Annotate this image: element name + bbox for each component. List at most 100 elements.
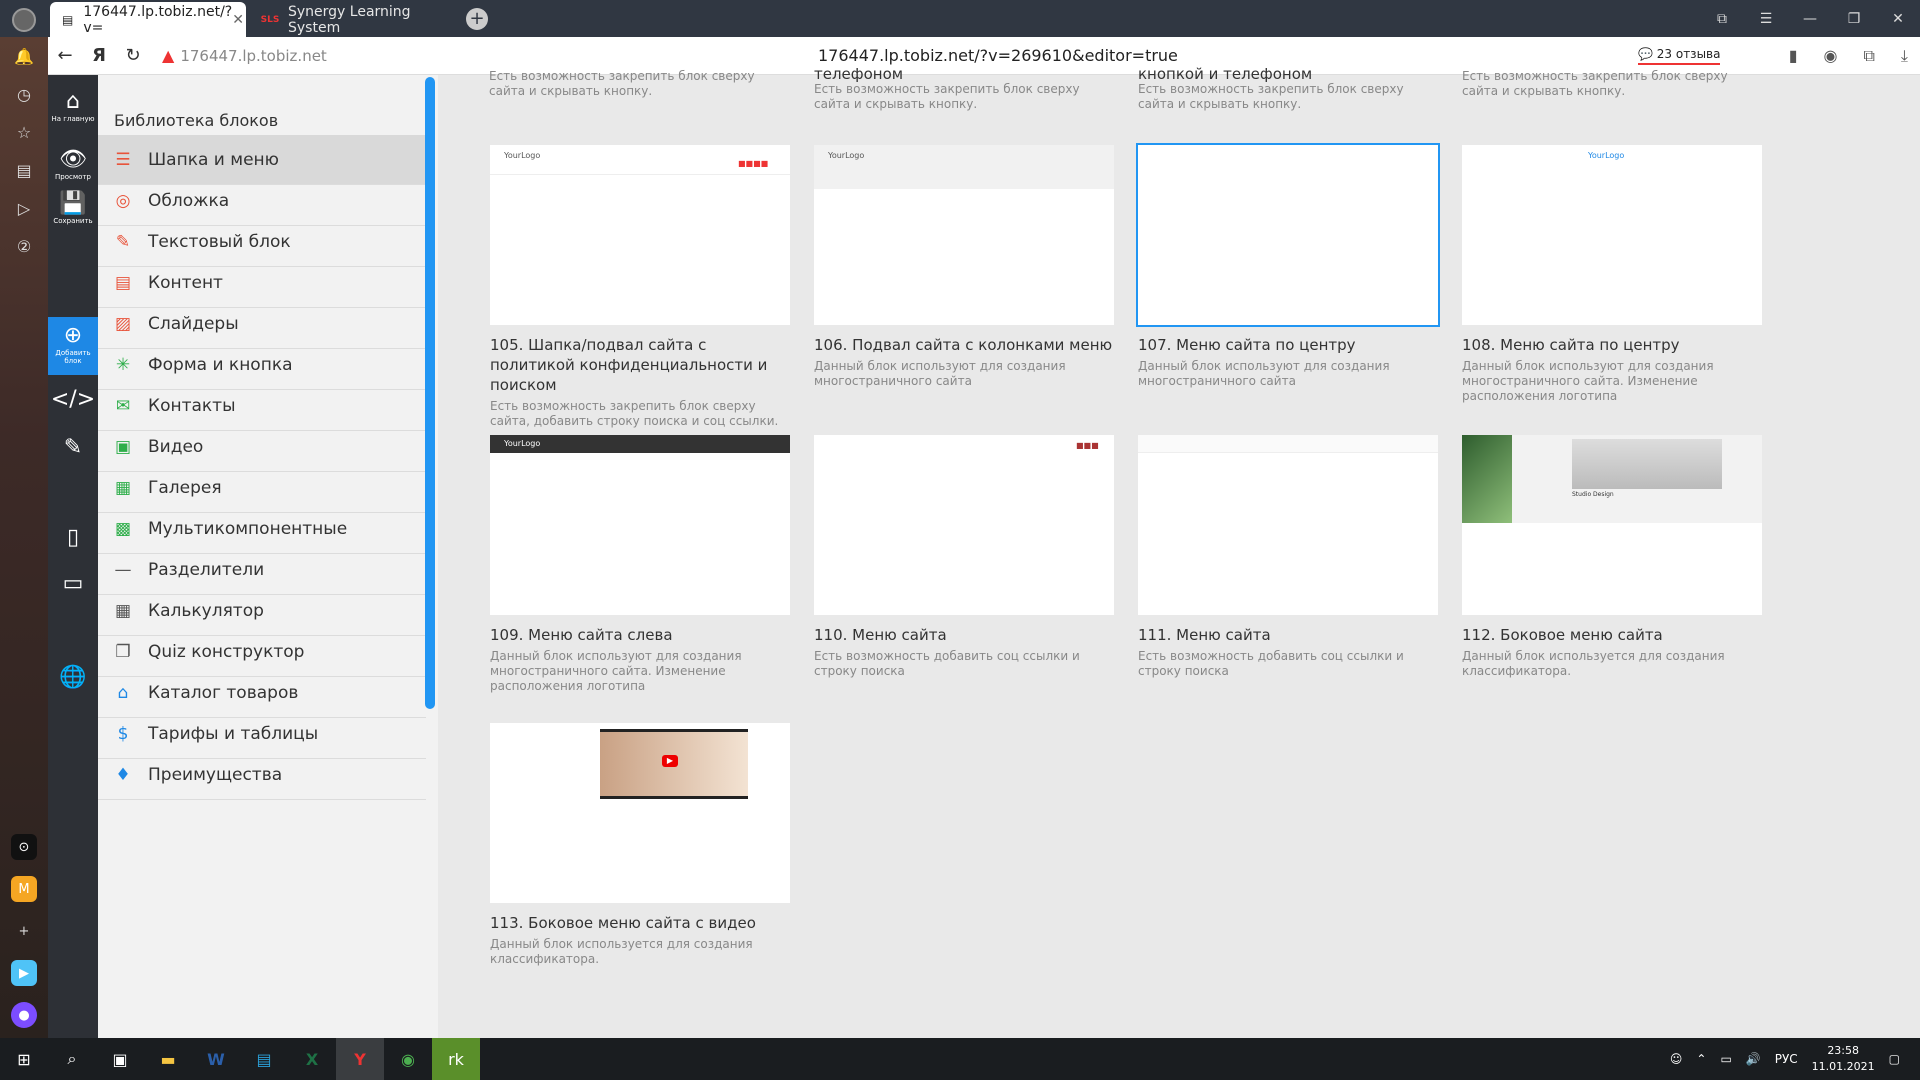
bookmarks-icon[interactable]: ⧉ <box>1700 0 1744 37</box>
bell-icon[interactable]: 🔔 <box>14 47 34 67</box>
block-card-110[interactable]: ■■■ 110. Меню сайта Есть возможность доб… <box>814 435 1114 679</box>
address-url[interactable]: 176447.lp.tobiz.net/?v=269610&editor=tru… <box>818 46 1178 65</box>
notes-icon[interactable]: ▤ <box>14 161 34 181</box>
sls-logo-icon: SLS <box>260 14 280 25</box>
restore-icon[interactable]: ❐ <box>1832 0 1876 37</box>
task-view-icon[interactable]: ▣ <box>96 1038 144 1080</box>
minimize-icon[interactable]: — <box>1788 0 1832 37</box>
close-window-icon[interactable]: ✕ <box>1876 0 1920 37</box>
close-icon[interactable]: ✕ <box>232 12 244 28</box>
yandex-browser-icon[interactable]: Y <box>336 1038 384 1080</box>
mobile-view-button[interactable]: ▯ <box>48 525 98 550</box>
store-icon[interactable]: ▤ <box>240 1038 288 1080</box>
block-desc: Есть возможность добавить соц ссылки и с… <box>1138 649 1404 678</box>
reload-icon[interactable]: ↻ <box>116 39 150 73</box>
block-card-112[interactable]: Studio Design 112. Боковое меню сайта Да… <box>1462 435 1762 679</box>
category-label: Шапка и меню <box>148 149 279 170</box>
download-icon[interactable]: ⤓ <box>1901 46 1908 66</box>
tablet-icon: ▭ <box>62 571 84 596</box>
star-icon[interactable]: ☆ <box>14 123 34 143</box>
preview-label: Просмотр <box>55 173 91 181</box>
history-icon[interactable]: ◷ <box>14 85 34 105</box>
word-icon[interactable]: W <box>192 1038 240 1080</box>
collections-icon[interactable]: ⧉ <box>1863 46 1874 66</box>
multi-icon: ▩ <box>114 518 132 539</box>
category-label: Контент <box>148 272 223 293</box>
save-button[interactable]: 💾 Сохранить <box>48 191 98 225</box>
alice-icon[interactable]: ● <box>11 1002 37 1028</box>
category-label: Текстовый блок <box>148 231 291 252</box>
chrome-icon[interactable]: ◉ <box>384 1038 432 1080</box>
protect-icon[interactable]: ◉ <box>1824 46 1838 66</box>
block-card-109[interactable]: YourLogo 109. Меню сайта слева Данный бл… <box>490 435 790 694</box>
block-card-108[interactable]: YourLogo 108. Меню сайта по центру Данны… <box>1462 145 1762 404</box>
volume-icon[interactable]: 🔊 <box>1746 1052 1761 1066</box>
block-thumbnail[interactable]: YourLogo ■■■■ <box>490 145 790 325</box>
blocks-grid: Есть возможность закрепить блок сверху с… <box>438 67 1920 1038</box>
mail-icon[interactable]: M <box>11 876 37 902</box>
notifications-icon[interactable]: ▢ <box>1889 1052 1900 1066</box>
play-icon[interactable]: ▷ <box>14 199 34 219</box>
address-domain[interactable]: 176447.lp.tobiz.net <box>180 47 327 65</box>
back-icon[interactable]: ← <box>48 39 82 73</box>
bookmark-icon[interactable]: ▮ <box>1789 46 1798 66</box>
block-thumbnail[interactable]: Studio Design <box>1462 435 1762 615</box>
library-category[interactable]: ♦ Преимущества <box>98 750 426 800</box>
search-icon[interactable]: ⌕ <box>48 1038 96 1080</box>
add-block-button[interactable]: ⊕ Добавить блок <box>48 317 98 375</box>
partial-title: кнопкой и телефоном <box>1138 65 1313 83</box>
blocks-library: Библиотека блоков ☰ Шапка и меню ◎ Обложка ✎… <box>98 75 438 1038</box>
warning-icon[interactable]: ▲ <box>162 46 174 65</box>
people-icon[interactable]: ☺ <box>1670 1052 1683 1066</box>
messenger-icon[interactable]: ▶ <box>11 960 37 986</box>
block-card-106[interactable]: YourLogo 106. Подвал сайта с колонками м… <box>814 145 1114 389</box>
library-scrollbar[interactable] <box>425 77 435 709</box>
block-thumbnail[interactable] <box>1138 435 1438 615</box>
tab-synergy[interactable]: SLS Synergy Learning System <box>250 2 440 37</box>
block-name: 112. Боковое меню сайта <box>1462 626 1663 644</box>
clock[interactable]: 23:58 11.01.2021 <box>1812 1043 1875 1075</box>
thumb-logo: YourLogo <box>828 151 865 160</box>
yandex-icon[interactable]: Я <box>82 39 116 73</box>
code-button[interactable]: </> <box>48 387 98 412</box>
rk-app-icon[interactable]: rk <box>432 1038 480 1080</box>
category-label: Каталог товаров <box>148 682 299 703</box>
language-indicator[interactable]: РУС <box>1775 1052 1798 1066</box>
preview-button[interactable]: 👁 Просмотр <box>48 147 98 181</box>
file-explorer-icon[interactable]: ▬ <box>144 1038 192 1080</box>
block-thumbnail[interactable] <box>1136 143 1440 327</box>
globe-button[interactable]: 🌐 <box>48 665 98 690</box>
menu-icon[interactable]: ☰ <box>1744 0 1788 37</box>
pipette-button[interactable]: ✎ <box>48 435 98 460</box>
new-tab-button[interactable]: + <box>466 8 488 30</box>
block-thumbnail[interactable]: YourLogo <box>490 435 790 615</box>
category-label: Калькулятор <box>148 600 264 621</box>
reviews-badge[interactable]: 💬 23 отзыва <box>1638 47 1721 65</box>
profile-avatar[interactable] <box>12 8 36 32</box>
block-thumbnail[interactable]: YourLogo <box>1462 145 1762 325</box>
content-icon: ▤ <box>114 272 132 293</box>
thumb-logo: YourLogo <box>504 151 541 160</box>
tab-active[interactable]: ▤ 176447.lp.tobiz.net/?v= ✕ <box>50 2 246 37</box>
block-thumbnail[interactable]: ■■■ <box>814 435 1114 615</box>
block-card-107[interactable]: 107. Меню сайта по центру Данный блок ис… <box>1136 143 1440 389</box>
app-icon[interactable]: ⊙ <box>11 834 37 860</box>
block-thumbnail[interactable]: YourLogo <box>814 145 1114 325</box>
excel-icon[interactable]: X <box>288 1038 336 1080</box>
add-icon[interactable]: + <box>11 918 37 944</box>
video-icon: ▣ <box>114 436 132 457</box>
home-button[interactable]: ⌂ На главную <box>48 89 98 123</box>
chevron-up-icon[interactable]: ⌃ <box>1696 1052 1706 1066</box>
tablet-view-button[interactable]: ▭ <box>48 571 98 596</box>
number-icon[interactable]: ② <box>14 237 34 257</box>
windows-start-icon[interactable]: ⊞ <box>0 1038 48 1080</box>
block-card-113[interactable]: ▶ 113. Боковое меню сайта с видео Данный… <box>490 723 790 967</box>
block-thumbnail[interactable]: ▶ <box>490 723 790 903</box>
category-label: Разделители <box>148 559 265 580</box>
network-icon[interactable]: ▭ <box>1720 1052 1731 1066</box>
block-desc: Данный блок используют для создания мног… <box>490 649 742 693</box>
block-card-105[interactable]: YourLogo ■■■■ 105. Шапка/подвал сайта с … <box>490 145 790 429</box>
partial-line: Есть возможность закрепить блок сверху <box>1138 82 1404 96</box>
block-card-111[interactable]: 111. Меню сайта Есть возможность добавит… <box>1138 435 1438 679</box>
tab-label: Synergy Learning System <box>288 3 411 36</box>
